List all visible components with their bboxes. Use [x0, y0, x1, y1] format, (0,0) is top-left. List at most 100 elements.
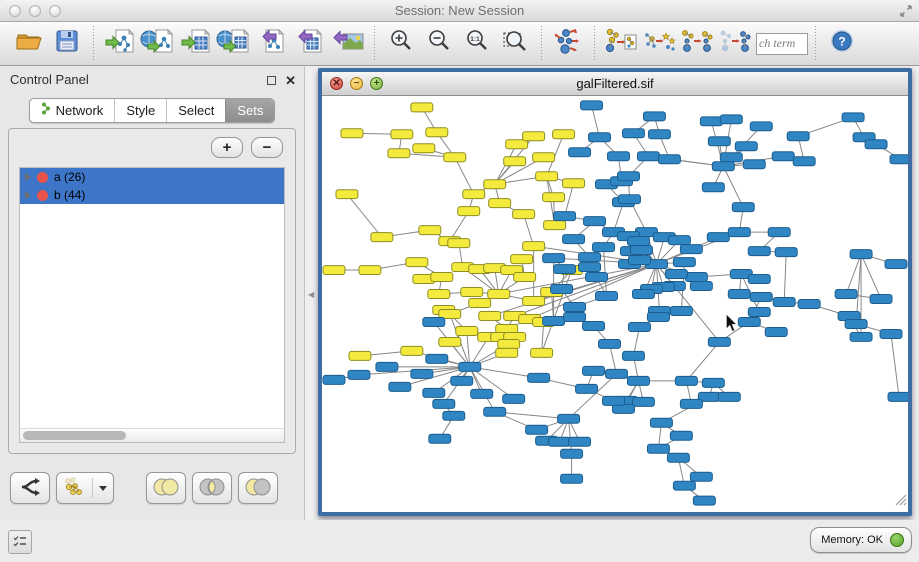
graph-node[interactable]: [576, 384, 598, 393]
graph-node[interactable]: [647, 312, 669, 321]
graph-node[interactable]: [608, 152, 630, 161]
graph-node[interactable]: [579, 263, 601, 272]
graph-node[interactable]: [569, 437, 591, 446]
memory-status-button[interactable]: Memory: OK: [810, 527, 912, 553]
fullscreen-icon[interactable]: [899, 3, 913, 24]
graph-node[interactable]: [647, 444, 669, 453]
graph-node[interactable]: [544, 221, 566, 230]
close-window-button[interactable]: [9, 5, 21, 17]
graph-node[interactable]: [461, 288, 483, 297]
graph-node[interactable]: [589, 133, 611, 142]
graph-node[interactable]: [870, 295, 892, 304]
graph-node[interactable]: [650, 418, 672, 427]
save-session-button[interactable]: [49, 25, 85, 63]
graph-node[interactable]: [690, 472, 712, 481]
graph-node[interactable]: [890, 155, 908, 164]
zoom-in-button[interactable]: [383, 25, 419, 63]
graph-node[interactable]: [685, 273, 707, 282]
graph-node[interactable]: [593, 243, 615, 252]
network-window-titlebar[interactable]: ✕ − + galFiltered.sif: [322, 72, 908, 96]
graph-node[interactable]: [563, 179, 585, 188]
graph-node[interactable]: [670, 306, 692, 315]
expander-icon[interactable]: [25, 191, 31, 199]
graph-node[interactable]: [628, 322, 650, 331]
graph-node[interactable]: [561, 449, 583, 458]
graph-node[interactable]: [388, 149, 410, 158]
graph-node[interactable]: [371, 233, 393, 242]
graph-node[interactable]: [423, 317, 445, 326]
graph-node[interactable]: [773, 298, 795, 307]
graph-node[interactable]: [391, 130, 413, 139]
graph-node[interactable]: [444, 153, 466, 162]
graph-node[interactable]: [423, 388, 445, 397]
graph-node[interactable]: [581, 101, 603, 110]
graph-node[interactable]: [359, 266, 381, 275]
import-network-file-button[interactable]: [102, 25, 138, 63]
graph-node[interactable]: [599, 339, 621, 348]
graph-edge[interactable]: [723, 166, 743, 207]
graph-node[interactable]: [865, 140, 887, 149]
window-controls[interactable]: [9, 5, 61, 17]
graph-node[interactable]: [563, 235, 585, 244]
graph-node[interactable]: [448, 239, 470, 248]
graph-node[interactable]: [426, 128, 448, 137]
splitpane-divider[interactable]: ◀: [305, 66, 318, 520]
export-network-button[interactable]: [254, 25, 290, 63]
graph-node[interactable]: [543, 254, 565, 263]
graph-edge[interactable]: [891, 334, 899, 397]
graph-node[interactable]: [845, 319, 867, 328]
graph-node[interactable]: [603, 396, 625, 405]
graph-node[interactable]: [743, 160, 765, 169]
add-set-button[interactable]: +: [211, 137, 243, 158]
search-input[interactable]: [756, 33, 808, 55]
graph-node[interactable]: [433, 399, 455, 408]
graph-node[interactable]: [419, 226, 441, 235]
graph-node[interactable]: [439, 337, 461, 346]
graph-node[interactable]: [680, 245, 702, 254]
graph-node[interactable]: [627, 376, 649, 385]
graph-edge[interactable]: [686, 342, 719, 381]
graph-node[interactable]: [735, 142, 757, 151]
graph-node[interactable]: [543, 316, 565, 325]
graph-node[interactable]: [748, 307, 770, 316]
graph-node[interactable]: [488, 290, 510, 299]
graph-node[interactable]: [554, 265, 576, 274]
intersect-sets-button[interactable]: [192, 472, 232, 504]
graph-node[interactable]: [511, 255, 533, 264]
graph-node[interactable]: [618, 195, 640, 204]
graph-node[interactable]: [842, 113, 864, 122]
graph-node[interactable]: [406, 258, 428, 267]
graph-node[interactable]: [349, 351, 371, 360]
graph-node[interactable]: [880, 329, 902, 338]
resize-grip-icon[interactable]: [894, 493, 907, 511]
tab-style[interactable]: Style: [114, 99, 166, 122]
graph-node[interactable]: [429, 434, 451, 443]
graph-node[interactable]: [526, 425, 548, 434]
import-table-url-button[interactable]: [216, 25, 252, 63]
graph-node[interactable]: [484, 407, 506, 416]
graph-node[interactable]: [553, 130, 575, 139]
union-sets-button[interactable]: [146, 472, 186, 504]
graph-node[interactable]: [543, 193, 565, 202]
graph-node[interactable]: [798, 300, 820, 309]
graph-node[interactable]: [637, 152, 659, 161]
graph-node[interactable]: [514, 273, 536, 282]
graph-node[interactable]: [702, 378, 724, 387]
graph-node[interactable]: [835, 290, 857, 299]
graph-node[interactable]: [768, 228, 790, 237]
graph-node[interactable]: [583, 366, 605, 375]
graph-node[interactable]: [443, 411, 465, 420]
graph-node[interactable]: [458, 207, 480, 216]
graph-node[interactable]: [728, 290, 750, 299]
graph-node[interactable]: [675, 376, 697, 385]
collapse-panel-icon[interactable]: ◀: [308, 290, 314, 299]
graph-node[interactable]: [401, 346, 423, 355]
list-item-set-b[interactable]: b (44): [20, 186, 284, 204]
new-network-from-selection-button[interactable]: [603, 25, 639, 63]
minimize-network-icon[interactable]: −: [350, 77, 363, 90]
import-network-url-button[interactable]: [140, 25, 176, 63]
task-history-button[interactable]: [8, 530, 32, 554]
graph-node[interactable]: [586, 273, 608, 282]
graph-node[interactable]: [617, 172, 639, 181]
graph-node[interactable]: [484, 180, 506, 189]
